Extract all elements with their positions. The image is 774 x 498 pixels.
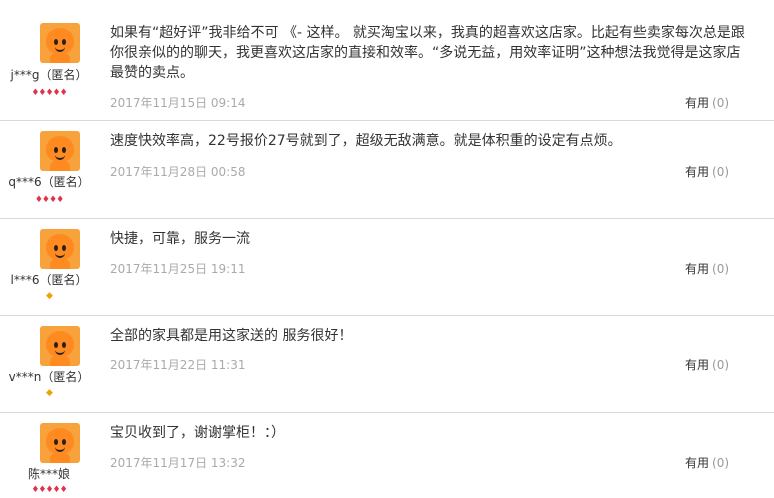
avatar[interactable] [40, 423, 80, 463]
review-date: 2017年11月22日 11:31 [110, 358, 246, 372]
review-text: 快捷，可靠，服务一流 [110, 231, 250, 247]
review-text: 宝贝收到了，谢谢掌柜！：） [110, 425, 285, 441]
avatar[interactable] [40, 23, 80, 63]
reviewer-name[interactable]: 陈***娘 [8, 465, 90, 482]
useful-button[interactable]: 有用 (0) [685, 163, 729, 180]
avatar[interactable] [40, 326, 80, 366]
buyer-rank-icon: ◆ [46, 291, 53, 301]
useful-count: (0) [712, 262, 730, 276]
reviewer-info: j***g（匿名） ♦♦♦♦♦ [8, 0, 90, 121]
review-date: 2017年11月25日 19:11 [110, 262, 246, 276]
review-date: 2017年11月28日 00:58 [110, 165, 246, 179]
review-text: 如果有“超好评”我非给不可 《- 这样。 就买淘宝以来，我真的超喜欢这店家。比起… [110, 25, 745, 81]
useful-button[interactable]: 有用 (0) [685, 356, 729, 373]
avatar[interactable] [40, 229, 80, 269]
useful-label: 有用 [685, 96, 710, 110]
useful-label: 有用 [685, 456, 710, 470]
useful-button[interactable]: 有用 (0) [685, 94, 729, 111]
reviewer-name[interactable]: v***n（匿名） [8, 368, 90, 385]
useful-label: 有用 [685, 358, 710, 372]
useful-count: (0) [712, 456, 730, 470]
useful-button[interactable]: 有用 (0) [685, 260, 729, 277]
useful-button[interactable]: 有用 (0) [685, 454, 729, 471]
reviewer-name[interactable]: j***g（匿名） [8, 66, 90, 83]
reviewer-name[interactable]: q***6（匿名） [8, 173, 90, 190]
avatar[interactable] [40, 131, 80, 171]
useful-label: 有用 [685, 262, 710, 276]
review-item: v***n（匿名） ◆ 全部的家具都是用这家送的 服务很好！ 2017年11月2… [0, 316, 774, 413]
useful-label: 有用 [685, 165, 710, 179]
review-item: j***g（匿名） ♦♦♦♦♦ 如果有“超好评”我非给不可 《- 这样。 就买淘… [0, 0, 774, 121]
review-date: 2017年11月17日 13:32 [110, 456, 246, 470]
review-date: 2017年11月15日 09:14 [110, 96, 246, 110]
useful-count: (0) [712, 358, 730, 372]
useful-count: (0) [712, 96, 730, 110]
buyer-rank-icon: ♦♦♦♦ [34, 195, 64, 205]
review-text: 全部的家具都是用这家送的 服务很好！ [110, 328, 353, 344]
reviewer-name[interactable]: l***6（匿名） [8, 271, 90, 288]
buyer-rank-icon: ♦♦♦♦♦ [31, 88, 67, 98]
useful-count: (0) [712, 165, 730, 179]
review-item: 陈***娘 ♦♦♦♦♦ 宝贝收到了，谢谢掌柜！：） 2017年11月17日 13… [0, 413, 774, 498]
buyer-rank-icon: ♦♦♦♦♦ [31, 485, 67, 495]
review-item: l***6（匿名） ◆ 快捷，可靠，服务一流 2017年11月25日 19:11… [0, 219, 774, 316]
review-text: 速度快效率高，22号报价27号就到了，超级无敌满意。就是体积重的设定有点烦。 [110, 133, 622, 149]
review-item: q***6（匿名） ♦♦♦♦ 速度快效率高，22号报价27号就到了，超级无敌满意… [0, 121, 774, 219]
buyer-rank-icon: ◆ [46, 388, 53, 398]
